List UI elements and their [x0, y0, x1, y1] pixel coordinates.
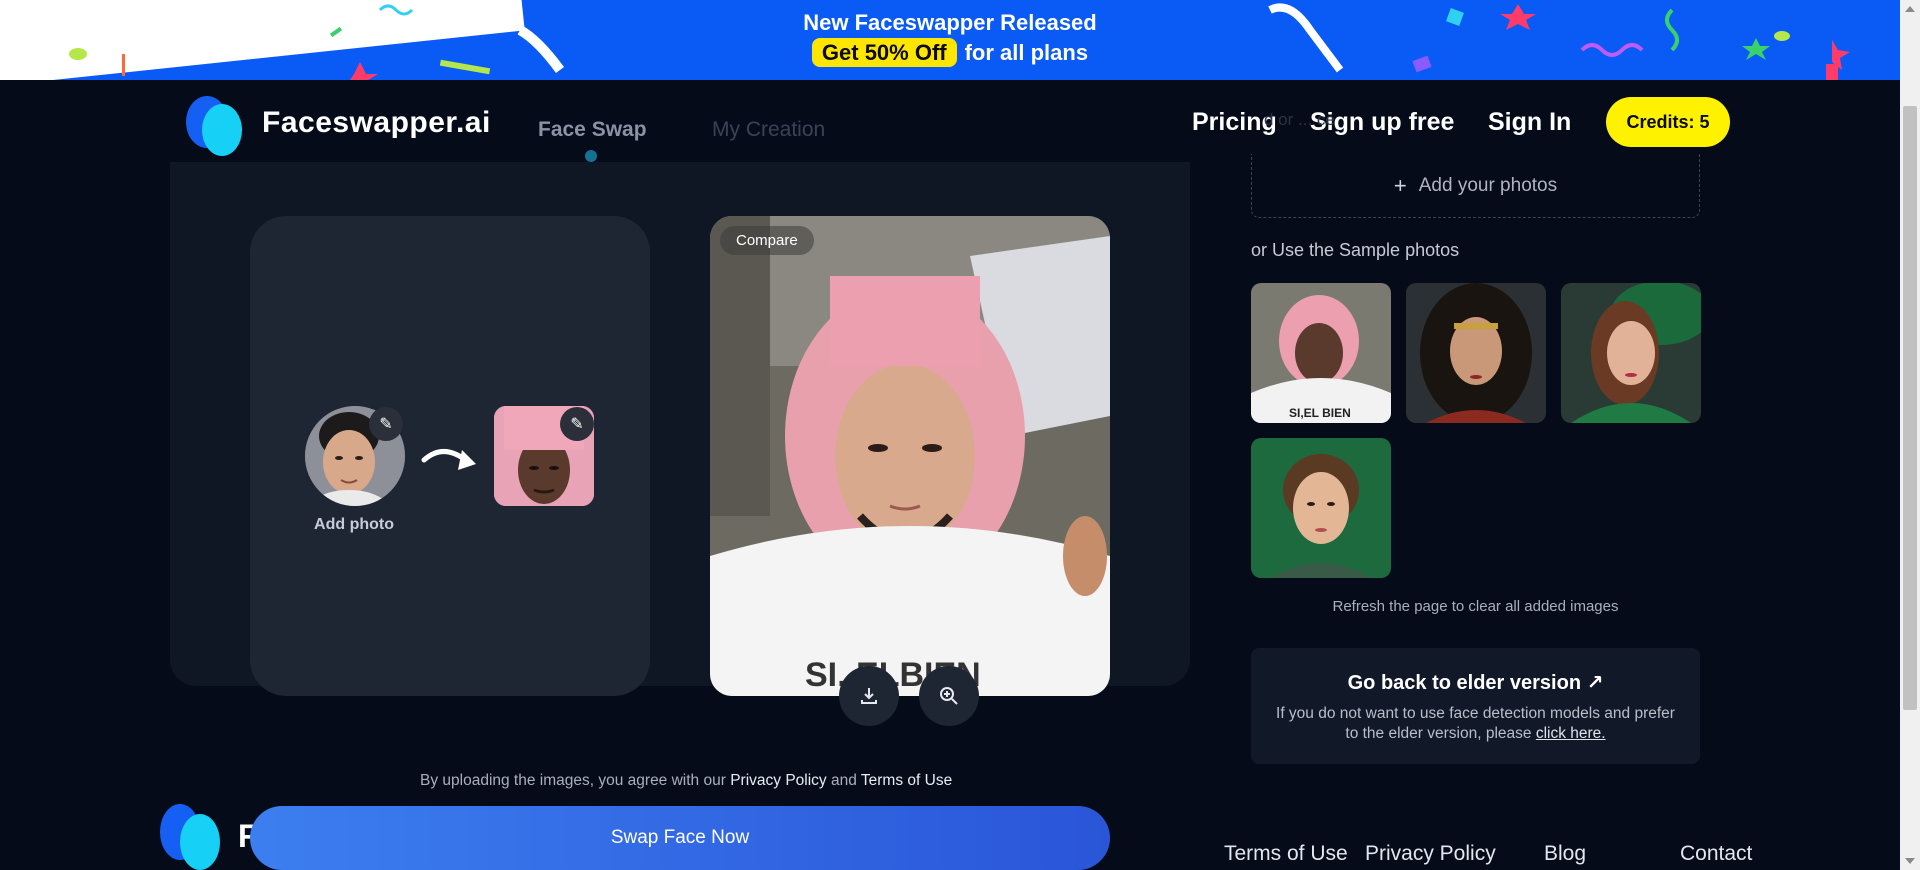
- zoom-in-icon: [940, 687, 958, 705]
- agree-and: and: [830, 772, 857, 789]
- scroll-up-arrow-icon[interactable]: [1905, 6, 1915, 12]
- download-icon: [861, 688, 877, 704]
- upload-section-label: d or ... ce: [1264, 110, 1335, 129]
- edit-source-icon[interactable]: ✎: [369, 407, 403, 441]
- terms-of-use-link[interactable]: Terms of Use: [861, 772, 952, 789]
- download-button[interactable]: [839, 666, 899, 726]
- promo-banner[interactable]: New Faceswapper Released Get 50% Off for …: [0, 0, 1900, 80]
- active-tab-indicator: [585, 150, 597, 162]
- elder-click-here-link[interactable]: click here.: [1536, 725, 1606, 742]
- swap-face-button[interactable]: Swap Face Now: [250, 806, 1110, 870]
- credits-button[interactable]: Credits: 5: [1606, 97, 1730, 147]
- elder-desc-text: If you do not want to use face detection…: [1276, 705, 1675, 742]
- banner-offer-text: for all plans: [964, 40, 1089, 65]
- sample-photos-label: or Use the Sample photos: [1251, 240, 1460, 260]
- compare-button[interactable]: Compare: [720, 226, 814, 255]
- footer-privacy-link[interactable]: Privacy Policy: [1365, 842, 1496, 866]
- footer-logo-icon: [156, 800, 226, 870]
- nav-signin-link[interactable]: Sign In: [1488, 108, 1571, 137]
- footer-contact-link[interactable]: Contact: [1680, 842, 1752, 866]
- result-image[interactable]: SI, ELBIEN: [710, 216, 1110, 696]
- footer-terms-link[interactable]: Terms of Use: [1224, 842, 1348, 866]
- sample-photo-green-hat-woman[interactable]: [1561, 283, 1701, 423]
- svg-text:SI,EL BIEN: SI,EL BIEN: [1289, 406, 1351, 420]
- scroll-down-arrow-icon[interactable]: [1905, 858, 1915, 864]
- scrollbar-thumb[interactable]: [1903, 106, 1917, 710]
- add-photo-label[interactable]: Add photo: [304, 516, 404, 534]
- agree-prefix: By uploading the images, you agree with …: [420, 772, 726, 789]
- privacy-policy-link[interactable]: Privacy Policy: [730, 772, 826, 789]
- discount-badge: Get 50% Off: [811, 38, 957, 67]
- elder-version-card: Go back to elder version ↗ If you do not…: [1251, 648, 1700, 764]
- top-navbar: Faceswapper.ai Face Swap My Creation Pri…: [170, 80, 1730, 162]
- brand-name[interactable]: Faceswapper.ai: [262, 106, 491, 140]
- add-photos-label: Add your photos: [1418, 174, 1558, 196]
- terms-agreement: By uploading the images, you agree with …: [420, 772, 952, 790]
- zoom-button[interactable]: [919, 666, 979, 726]
- refresh-note: Refresh the page to clear all added imag…: [1332, 598, 1619, 615]
- banner-offer: Get 50% Off for all plans: [0, 38, 1900, 67]
- sample-photo-pink-wig[interactable]: SI,EL BIEN: [1251, 283, 1391, 423]
- brand-logo-icon[interactable]: [178, 88, 248, 158]
- page-scrollbar[interactable]: [1900, 0, 1920, 870]
- banner-title: New Faceswapper Released: [803, 10, 1097, 35]
- footer-blog-link[interactable]: Blog: [1544, 842, 1586, 866]
- plus-icon: +: [1393, 172, 1407, 198]
- edit-target-icon[interactable]: ✎: [560, 407, 594, 441]
- tab-face-swap[interactable]: Face Swap: [538, 118, 647, 142]
- elder-version-title[interactable]: Go back to elder version ↗: [1251, 670, 1700, 695]
- sample-photo-green-background-woman[interactable]: [1251, 438, 1391, 578]
- tab-my-creation[interactable]: My Creation: [712, 118, 825, 142]
- elder-version-description: If you do not want to use face detection…: [1271, 704, 1680, 744]
- sample-photo-warrior-woman[interactable]: [1406, 283, 1546, 423]
- swap-arrow-icon: [421, 449, 476, 470]
- add-photos-dropzone[interactable]: + Add your photos: [1251, 154, 1700, 218]
